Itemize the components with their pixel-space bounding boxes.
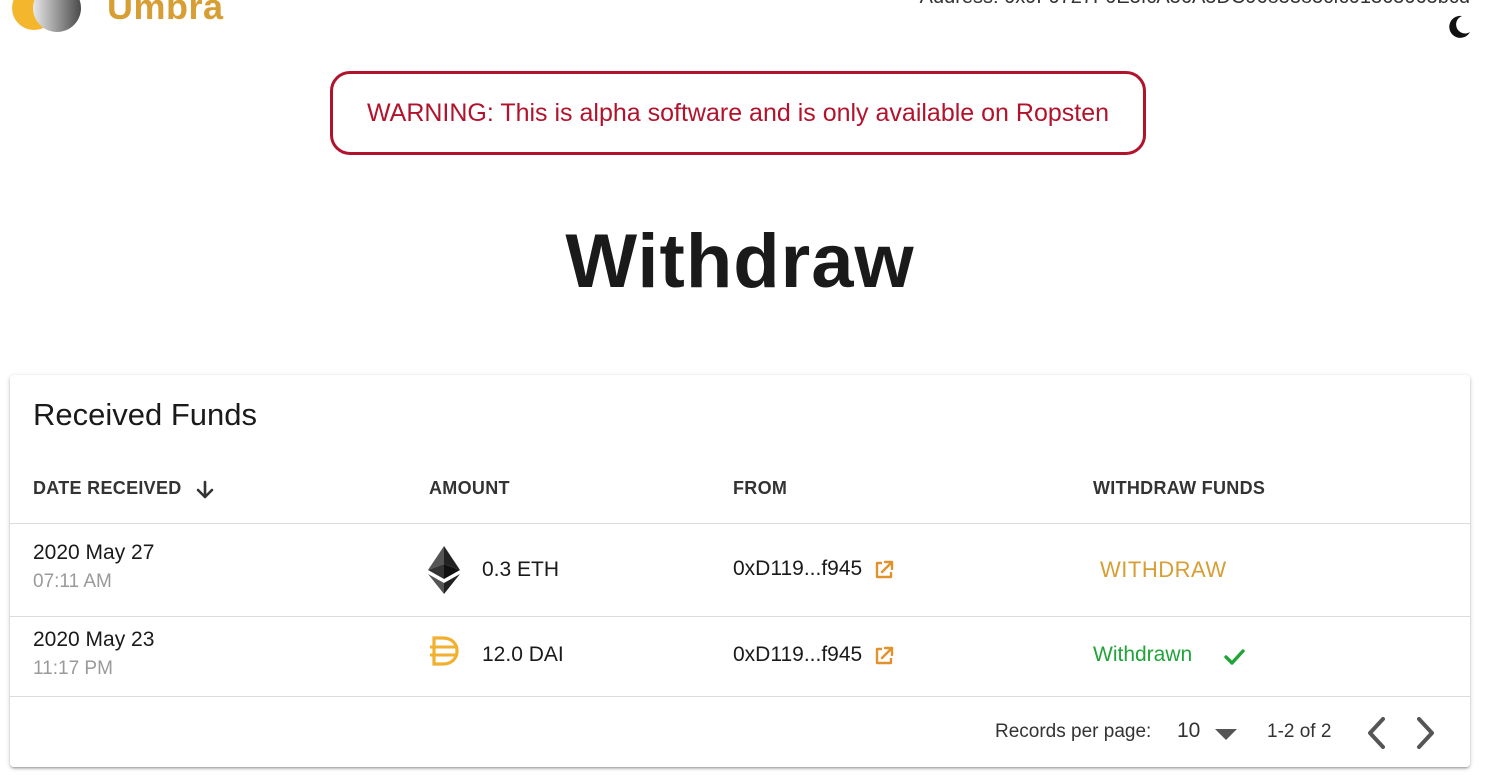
wallet-address: Address: 0x9F0727F0E5fcA56A5DC9685385cfc… <box>920 0 1470 9</box>
chevron-right-icon[interactable] <box>1411 713 1439 753</box>
time-received: 11:17 PM <box>33 658 113 679</box>
records-per-page-select[interactable]: 10 <box>1177 717 1237 747</box>
alpha-warning-banner: WARNING: This is alpha software and is o… <box>330 71 1146 155</box>
date-received: 2020 May 27 <box>33 541 155 564</box>
amount-value: 0.3 ETH <box>482 558 560 581</box>
page-title: Withdraw <box>565 219 915 304</box>
dai-icon <box>430 636 459 666</box>
pagination-range: 1-2 of 2 <box>1267 721 1332 742</box>
chevron-left-icon[interactable] <box>1363 713 1391 753</box>
moon-icon[interactable] <box>1446 14 1472 40</box>
withdrawn-status: Withdrawn <box>1093 643 1193 666</box>
column-header-withdraw-funds: WITHDRAW FUNDS <box>1093 478 1266 498</box>
ethereum-icon <box>428 546 460 594</box>
table-row: 2020 May 27 07:11 AM 0.3 ETH 0xD119...f9… <box>10 524 1470 616</box>
brand-name: Umbra <box>107 0 224 27</box>
sender-address: 0xD119...f945 <box>733 643 863 666</box>
umbra-logo-icon <box>12 0 81 32</box>
withdraw-button[interactable]: WITHDRAW <box>1092 553 1235 587</box>
warning-text: WARNING: This is alpha software and is o… <box>366 98 1110 127</box>
external-link-icon[interactable] <box>873 645 895 667</box>
arrow-down-icon[interactable] <box>194 479 216 501</box>
column-header-from: FROM <box>733 478 788 498</box>
column-header-amount: AMOUNT <box>429 478 510 498</box>
column-header-date-received[interactable]: DATE RECEIVED <box>33 478 182 499</box>
amount-value: 12.0 DAI <box>482 643 564 666</box>
time-received: 07:11 AM <box>33 571 112 592</box>
table-title: Received Funds <box>33 397 258 432</box>
checkmark-icon <box>1224 649 1245 665</box>
external-link-icon[interactable] <box>873 559 895 581</box>
sender-address: 0xD119...f945 <box>733 557 863 580</box>
footer-divider <box>10 696 1470 697</box>
caret-down-icon <box>1215 729 1237 740</box>
received-funds-table: Received Funds DATE RECEIVED AMOUNT FROM… <box>10 375 1470 767</box>
records-per-page-value: 10 <box>1177 719 1201 742</box>
date-received: 2020 May 23 <box>33 628 155 651</box>
records-per-page-label: Records per page: <box>995 721 1152 742</box>
table-row: 2020 May 23 11:17 PM 12.0 DAI 0xD119...f… <box>10 617 1470 696</box>
